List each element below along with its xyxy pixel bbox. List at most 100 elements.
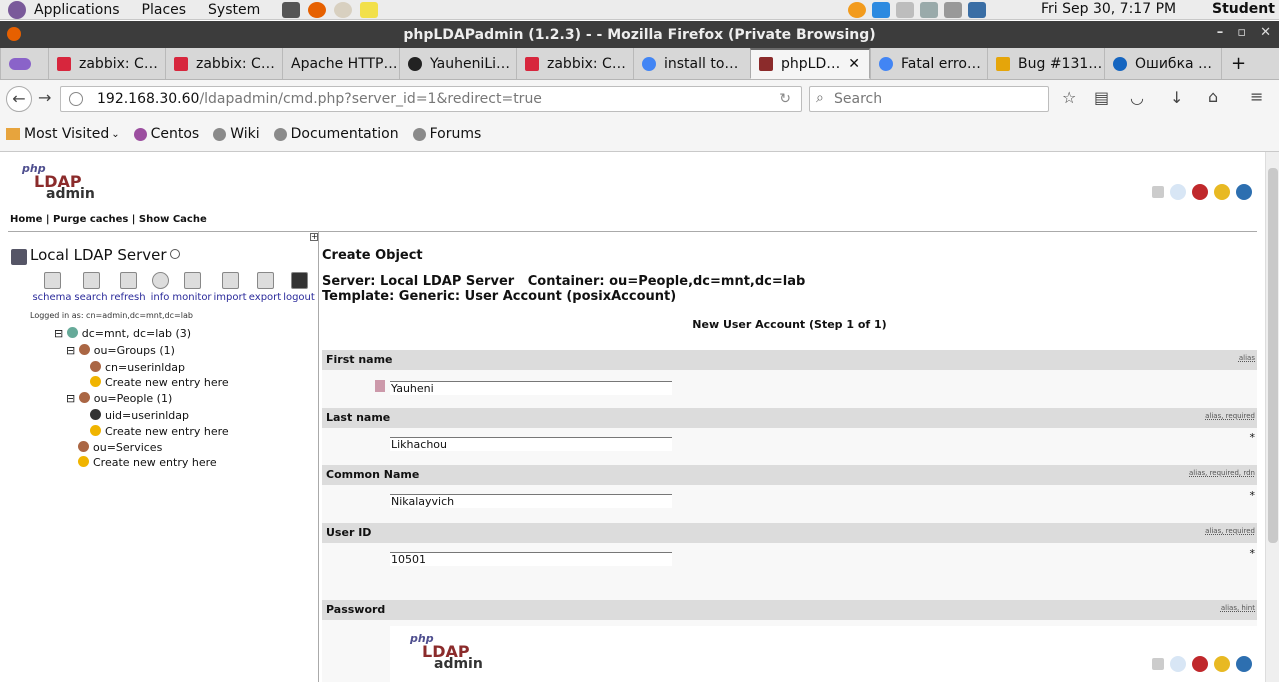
tree-root[interactable]: ⊟ dc=mnt, dc=lab (3)	[54, 327, 191, 340]
server-title[interactable]: Local LDAP Server	[30, 246, 167, 264]
user-id-field[interactable]	[390, 552, 672, 566]
tree-people[interactable]: ⊟ ou=People (1)	[66, 392, 172, 405]
messenger-icon[interactable]	[872, 2, 890, 18]
reload-icon[interactable]: ↻	[779, 91, 791, 107]
collapse-icon[interactable]: ⊟	[66, 392, 75, 405]
page-scrollbar[interactable]	[1265, 152, 1279, 682]
tab-apache[interactable]: Apache HTTP…	[282, 48, 399, 79]
bookmark-star-icon[interactable]: ☆	[1062, 88, 1076, 107]
smiley-icon[interactable]	[1214, 656, 1230, 672]
bookmark-centos[interactable]: Centos	[133, 126, 199, 142]
common-name-field[interactable]	[390, 494, 672, 508]
url-path: /ldapadmin/cmd.php?server_id=1&redirect=…	[199, 91, 542, 107]
tree-create-in-root[interactable]: Create new entry here	[78, 456, 217, 469]
user-menu[interactable]: Student	[1212, 1, 1275, 17]
search-button[interactable]: search	[71, 272, 111, 303]
updates-icon[interactable]	[848, 2, 866, 18]
bookmark-wiki[interactable]: Wiki	[213, 126, 260, 142]
bookmark-most-visited[interactable]: Most Visited ⌄	[6, 126, 120, 142]
tree-create-in-groups[interactable]: Create new entry here	[90, 376, 229, 389]
common-name-hint: alias, required, rdn	[1189, 469, 1255, 477]
phpldapadmin-logo[interactable]: php LDAP admin	[10, 162, 100, 204]
schema-button[interactable]: schema	[32, 272, 72, 303]
home-links[interactable]: Home | Purge caches | Show Cache	[10, 214, 207, 225]
display-icon[interactable]	[968, 2, 986, 18]
export-icon	[256, 272, 274, 289]
clock-icon[interactable]	[170, 249, 180, 259]
first-name-field[interactable]	[390, 381, 672, 395]
camera-icon[interactable]	[282, 1, 301, 18]
question-icon[interactable]	[1236, 656, 1252, 672]
notes-icon[interactable]	[360, 1, 379, 18]
lightbulb-icon[interactable]	[1170, 656, 1186, 672]
firefox-icon[interactable]	[308, 1, 327, 18]
tab-zabbix-3[interactable]: zabbix: C…	[516, 48, 633, 79]
tab-error-ru[interactable]: Ошибка …	[1104, 48, 1221, 79]
star-icon	[78, 456, 89, 467]
import-button[interactable]: import	[210, 272, 250, 303]
lightbulb-icon[interactable]	[1170, 184, 1186, 200]
bug-icon[interactable]	[1192, 184, 1208, 200]
last-name-field[interactable]	[390, 437, 672, 451]
tree-groups[interactable]: ⊟ ou=Groups (1)	[66, 344, 175, 357]
phpldapadmin-logo[interactable]: php LDAP admin	[398, 632, 488, 674]
pocket-icon[interactable]: ◡	[1130, 88, 1144, 107]
monitor-button[interactable]: monitor	[172, 272, 212, 303]
logout-button[interactable]: logout	[279, 272, 319, 303]
tab-zabbix-1[interactable]: zabbix: C…	[48, 48, 165, 79]
tab-fatal-error[interactable]: Fatal erro…	[870, 48, 987, 79]
tab-phpldapadmin[interactable]: phpLD… ✕	[750, 48, 870, 79]
help-icon[interactable]	[1152, 186, 1164, 198]
bug-icon[interactable]	[1192, 656, 1208, 672]
gnome-foot-icon[interactable]	[8, 0, 26, 19]
help-icon[interactable]	[1152, 658, 1164, 670]
page-title: Create Object	[322, 248, 423, 263]
applications-menu[interactable]: Applications	[34, 2, 120, 18]
tree-services[interactable]: ou=Services	[78, 441, 162, 454]
back-button[interactable]: ←	[6, 86, 32, 112]
star-icon	[90, 425, 101, 436]
tree-create-in-people[interactable]: Create new entry here	[90, 425, 229, 438]
tree-pane: Local LDAP Server schema search refresh …	[8, 232, 319, 682]
collapse-icon[interactable]: ⊟	[66, 344, 75, 357]
places-menu[interactable]: Places	[142, 2, 187, 18]
question-icon[interactable]	[1236, 184, 1252, 200]
system-menu[interactable]: System	[208, 2, 260, 18]
printer-icon[interactable]	[896, 2, 914, 18]
first-name-header: First name alias	[322, 350, 1257, 370]
tree-people-entry[interactable]: uid=userinldap	[90, 409, 189, 422]
tab-install[interactable]: install to…	[633, 48, 750, 79]
tab-github[interactable]: YauheniLi…	[399, 48, 516, 79]
volume-icon[interactable]	[944, 2, 962, 18]
maximize-button[interactable]: ▫	[1237, 25, 1246, 40]
close-tab-icon[interactable]: ✕	[848, 56, 860, 72]
bookmark-forums[interactable]: Forums	[412, 126, 481, 142]
forward-button[interactable]: →	[38, 88, 51, 107]
tree-group-entry[interactable]: cn=userinldap	[90, 361, 185, 374]
menu-hamburger-icon[interactable]: ≡	[1250, 87, 1263, 106]
server-container-line: Server: Local LDAP Server Container: ou=…	[322, 274, 806, 289]
logout-icon	[290, 272, 308, 289]
clock[interactable]: Fri Sep 30, 7:17 PM	[1041, 1, 1176, 17]
bookmark-documentation[interactable]: Documentation	[273, 126, 399, 142]
user-id-header: User ID alias, required	[322, 523, 1257, 543]
search-input[interactable]: ⌕ Search	[809, 86, 1049, 112]
drupal-favicon-icon	[1113, 56, 1127, 71]
firefox-window-icon[interactable]	[7, 27, 21, 41]
home-icon[interactable]: ⌂	[1208, 87, 1218, 106]
downloads-icon[interactable]: ↓	[1170, 88, 1183, 107]
scrollbar-thumb[interactable]	[1268, 168, 1278, 543]
site-info-icon[interactable]	[69, 92, 83, 106]
reading-list-icon[interactable]: ▤	[1094, 88, 1109, 107]
new-tab-button[interactable]: +	[1221, 48, 1255, 79]
close-window-button[interactable]: ✕	[1260, 25, 1271, 40]
minimize-button[interactable]: –	[1217, 25, 1224, 40]
tab-zabbix-2[interactable]: zabbix: C…	[165, 48, 282, 79]
clock-app-icon[interactable]	[334, 1, 353, 18]
required-marker: *	[1249, 547, 1256, 560]
address-bar[interactable]: 192.168.30.60/ldapadmin/cmd.php?server_i…	[60, 86, 802, 112]
network-icon[interactable]	[920, 2, 938, 18]
smiley-icon[interactable]	[1214, 184, 1230, 200]
tab-bug[interactable]: Bug #131…	[987, 48, 1104, 79]
collapse-icon[interactable]: ⊟	[54, 327, 63, 340]
